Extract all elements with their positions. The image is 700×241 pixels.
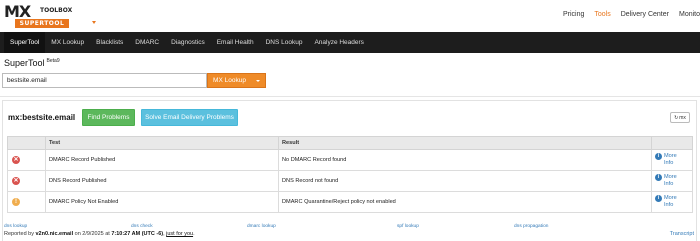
result-cell: DMARC Quarantine/Reject policy not enabl… — [278, 191, 652, 213]
result-title: mx:bestsite.email — [8, 113, 76, 122]
refresh-label: mx — [679, 114, 686, 121]
mxtoolbox-logo[interactable]: MX TOOLBOX SUPERTOOL — [4, 2, 96, 29]
table-row: ✕ DNS Record Published DNS Record not fo… — [7, 170, 693, 192]
tab-blacklists[interactable]: Blacklists — [90, 32, 129, 53]
info-label: Info — [664, 160, 674, 166]
find-problems-button[interactable]: Find Problems — [82, 109, 135, 126]
mx-lookup-button[interactable]: MX Lookup — [207, 73, 266, 88]
report-line: Reported by v2n0.nic.email on 2/9/2025 a… — [4, 231, 195, 237]
test-cell: DMARC Record Published — [45, 149, 279, 171]
info-icon: i — [655, 174, 662, 181]
nav-tools[interactable]: Tools — [594, 11, 610, 18]
more-info-cell: i More Info — [651, 149, 693, 171]
page-title: SuperTool Beta9 — [4, 58, 60, 68]
link-spf-lookup[interactable]: spf lookup — [397, 224, 419, 229]
page-title-text: SuperTool — [4, 58, 45, 68]
beta-badge: Beta9 — [46, 58, 60, 64]
just-for-you-link[interactable]: just for you — [166, 231, 193, 237]
section-divider — [0, 96, 700, 97]
col-status — [7, 136, 46, 150]
more-label: More — [664, 195, 677, 201]
col-info — [651, 136, 693, 150]
table-row: ! DMARC Policy Not Enabled DMARC Quarant… — [7, 191, 693, 213]
error-x-icon: ✕ — [12, 177, 20, 185]
refresh-button[interactable]: ↻ mx — [670, 112, 690, 123]
info-label: Info — [664, 202, 674, 208]
tab-diagnostics[interactable]: Diagnostics — [165, 32, 211, 53]
dropdown-caret-icon[interactable] — [255, 79, 260, 82]
report-time: 7:10:27 AM (UTC -6) — [111, 231, 164, 237]
table-header-row: Test Result — [7, 136, 693, 150]
info-icon: i — [655, 195, 662, 202]
domain-search-input[interactable] — [2, 73, 207, 88]
more-info-link[interactable]: i More Info — [655, 174, 689, 188]
logo-toolbox-text: TOOLBOX — [40, 7, 73, 14]
report-period: . — [193, 231, 195, 237]
link-dns-check[interactable]: dns check — [131, 224, 153, 229]
related-tools-links: dns lookup dns check dmarc lookup spf lo… — [4, 224, 694, 231]
results-table: Test Result ✕ DMARC Record Published No … — [7, 136, 693, 213]
tool-tab-bar: SuperTool MX Lookup Blacklists DMARC Dia… — [0, 32, 700, 53]
more-info-link[interactable]: i More Info — [655, 195, 689, 209]
solve-delivery-problems-button[interactable]: Solve Email Delivery Problems — [141, 109, 238, 126]
more-info-cell: i More Info — [651, 170, 693, 192]
status-cell: ✕ — [7, 170, 46, 192]
link-dmarc-lookup[interactable]: dmarc lookup — [247, 224, 276, 229]
chevron-down-icon[interactable] — [92, 21, 96, 24]
transcript-link[interactable]: Transcript — [670, 231, 694, 237]
report-server: v2n0.nic.email — [35, 231, 74, 237]
more-info-text: More Info — [664, 153, 677, 167]
info-label: Info — [664, 181, 674, 187]
refresh-icon: ↻ — [674, 114, 679, 121]
col-result: Result — [278, 136, 652, 150]
table-row: ✕ DMARC Record Published No DMARC Record… — [7, 149, 693, 171]
link-dns-propagation[interactable]: dns propagation — [514, 224, 548, 229]
mx-lookup-button-label: MX Lookup — [213, 77, 246, 84]
tab-analyze-headers[interactable]: Analyze Headers — [308, 32, 370, 53]
test-cell: DNS Record Published — [45, 170, 279, 192]
result-panel: mx:bestsite.email Find Problems Solve Em… — [2, 100, 697, 241]
tab-supertool[interactable]: SuperTool — [4, 32, 46, 53]
error-x-icon: ✕ — [12, 156, 20, 164]
top-header: MX TOOLBOX SUPERTOOL Pricing Tools Deliv… — [0, 0, 700, 31]
more-label: More — [664, 174, 677, 180]
status-cell: ! — [7, 191, 46, 213]
more-info-link[interactable]: i More Info — [655, 153, 689, 167]
report-prefix: Reported by — [4, 231, 36, 237]
more-info-cell: i More Info — [651, 191, 693, 213]
nav-pricing[interactable]: Pricing — [563, 11, 584, 18]
warning-exclamation-icon: ! — [12, 198, 20, 206]
nav-delivery-center[interactable]: Delivery Center — [621, 11, 669, 18]
more-label: More — [664, 153, 677, 159]
logo-supertool-badge: SUPERTOOL — [15, 19, 69, 28]
more-info-text: More Info — [664, 174, 677, 188]
top-nav: Pricing Tools Delivery Center Monito — [563, 11, 700, 18]
more-info-text: More Info — [664, 195, 677, 209]
tab-mx-lookup[interactable]: MX Lookup — [45, 32, 90, 53]
result-cell: No DMARC Record found — [278, 149, 652, 171]
col-test: Test — [45, 136, 279, 150]
tab-email-health[interactable]: Email Health — [211, 32, 260, 53]
report-on: on 2/9/2025 at — [73, 231, 112, 237]
tab-dns-lookup[interactable]: DNS Lookup — [260, 32, 309, 53]
test-cell: DMARC Policy Not Enabled — [45, 191, 279, 213]
link-dns-lookup[interactable]: dns lookup — [4, 224, 27, 229]
info-icon: i — [655, 153, 662, 160]
result-cell: DNS Record not found — [278, 170, 652, 192]
nav-monitoring[interactable]: Monito — [679, 11, 700, 18]
status-cell: ✕ — [7, 149, 46, 171]
tab-dmarc[interactable]: DMARC — [129, 32, 165, 53]
